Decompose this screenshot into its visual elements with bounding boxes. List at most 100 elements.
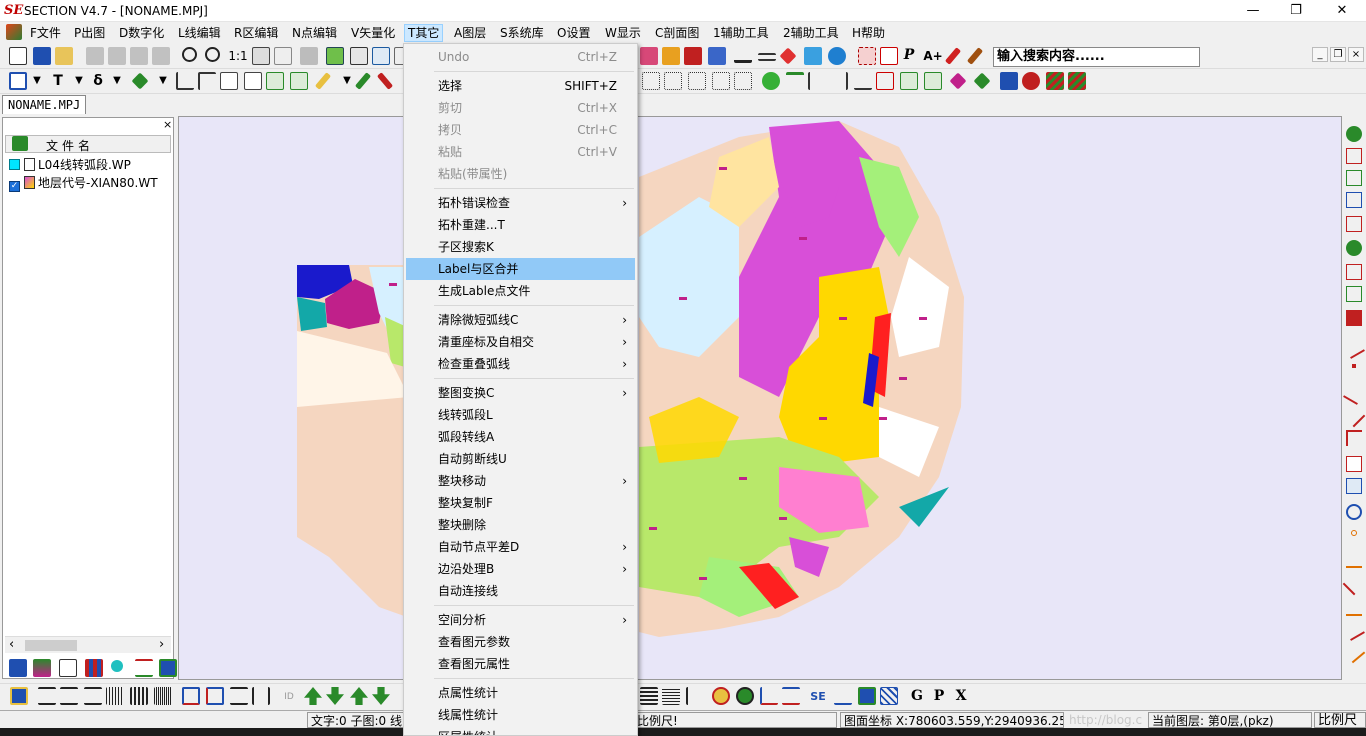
panel-horizontal-scrollbar[interactable]: ‹ ›: [5, 636, 171, 653]
area-copy-icon[interactable]: [854, 72, 872, 90]
rb-extend-icon[interactable]: [1343, 619, 1365, 641]
save-disabled-icon[interactable]: [86, 47, 104, 65]
node-delete-icon[interactable]: [712, 72, 730, 90]
menu-item[interactable]: 弧段转线A: [406, 426, 635, 448]
grid-view-icon[interactable]: [858, 687, 876, 705]
rb-cross-icon[interactable]: [1342, 572, 1366, 596]
checkbox-checked[interactable]: ✓: [9, 181, 20, 192]
panel-tool-lines-icon[interactable]: [135, 659, 153, 677]
rb-dot-icon[interactable]: [1352, 364, 1356, 368]
search-input[interactable]: 输入搜索内容......: [993, 47, 1200, 67]
node-edit-icon[interactable]: [642, 72, 660, 90]
axis-icon[interactable]: [760, 687, 778, 705]
menu-item[interactable]: 查看图元属性: [406, 653, 635, 675]
arrow-up-icon[interactable]: [304, 687, 322, 705]
node-join-icon[interactable]: [734, 72, 752, 90]
menu-display[interactable]: W显示: [602, 24, 644, 42]
rb-frame-icon[interactable]: [1346, 456, 1362, 472]
menu-item[interactable]: 线转弧段L: [406, 404, 635, 426]
rb-point-delete-icon[interactable]: [1346, 216, 1362, 232]
g-button[interactable]: G: [908, 688, 926, 706]
menu-item[interactable]: 粘贴(带属性): [406, 163, 635, 185]
menu-item[interactable]: 自动剪断线U: [406, 448, 635, 470]
menu-item[interactable]: 线属性统计: [406, 704, 635, 726]
area-style-icon[interactable]: [1022, 72, 1040, 90]
menu-layer[interactable]: A图层: [451, 24, 489, 42]
grid-icon[interactable]: [326, 47, 344, 65]
align-right-icon[interactable]: [84, 687, 102, 705]
list-detail-icon[interactable]: [662, 687, 680, 705]
menu-item[interactable]: 整块删除: [406, 514, 635, 536]
select-box-icon[interactable]: [9, 72, 27, 90]
minimize-button[interactable]: —: [1230, 0, 1276, 22]
arrow-top-icon[interactable]: [350, 687, 368, 705]
area-clip-icon[interactable]: [830, 72, 848, 90]
height-icon[interactable]: [252, 687, 270, 705]
tree-icon[interactable]: [686, 687, 704, 705]
layer-props-icon[interactable]: [708, 47, 726, 65]
scroll-left-arrow[interactable]: ‹: [9, 637, 14, 652]
scale-button[interactable]: 比例尺: [1314, 712, 1366, 728]
list-icon[interactable]: [640, 687, 658, 705]
save-as-disabled-icon[interactable]: [130, 47, 148, 65]
menu-item[interactable]: 边沿处理B ›: [406, 558, 635, 580]
area-cut-icon[interactable]: [876, 72, 894, 90]
rb-table-icon[interactable]: [1346, 478, 1362, 494]
menu-help[interactable]: H帮助: [849, 24, 888, 42]
double-line-icon[interactable]: [758, 53, 776, 61]
menu-item[interactable]: 拓朴错误检查 ›: [406, 192, 635, 214]
pencil-icon[interactable]: [966, 47, 984, 65]
rb-connect-icon[interactable]: [1342, 640, 1366, 664]
mesh-icon[interactable]: [880, 687, 898, 705]
color-fill-icon[interactable]: [973, 72, 991, 90]
rb-crosshair-icon[interactable]: [1346, 504, 1362, 520]
font-size-button[interactable]: A+: [922, 47, 944, 65]
line-table-icon[interactable]: [290, 72, 308, 90]
view-icon[interactable]: [372, 47, 390, 65]
area-split-icon[interactable]: [786, 72, 804, 90]
distribute-icon[interactable]: [154, 687, 172, 705]
join-line-icon[interactable]: [198, 72, 216, 90]
menu-print[interactable]: P出图: [71, 24, 108, 42]
new-file-icon[interactable]: [9, 47, 27, 65]
tab-noname-mpj[interactable]: NONAME.MPJ: [2, 95, 86, 114]
scale-one-to-one-button[interactable]: 1:1: [228, 47, 248, 65]
menu-file[interactable]: F文件: [27, 24, 64, 42]
menu-item[interactable]: 清除微短弧线C ›: [406, 309, 635, 331]
open-folder-icon[interactable]: [55, 47, 73, 65]
rb-node-icon[interactable]: [1346, 126, 1362, 142]
map-edit-icon[interactable]: [640, 47, 658, 65]
se-button[interactable]: SE: [808, 688, 828, 706]
delta-tool-button[interactable]: δ: [90, 72, 106, 90]
menu-settings[interactable]: O设置: [554, 24, 593, 42]
app-menu-icon[interactable]: [6, 24, 22, 40]
menu-aux-tools-2[interactable]: 2辅助工具: [780, 24, 842, 42]
rb-point-move-icon[interactable]: [1346, 170, 1362, 186]
file-row-l04[interactable]: L04线转弧段.WP: [9, 156, 131, 174]
paste-layer-icon[interactable]: [684, 47, 702, 65]
pan-hand-icon[interactable]: [252, 47, 270, 65]
rb-point-param-icon[interactable]: [1346, 240, 1362, 256]
rb-vertex-icon[interactable]: [1346, 552, 1362, 568]
refresh-icon[interactable]: [274, 47, 292, 65]
menu-item[interactable]: 子区搜索K: [406, 236, 635, 258]
scroll-thumb[interactable]: [25, 640, 77, 651]
save-all-disabled-icon[interactable]: [108, 47, 126, 65]
rb-line-icon[interactable]: [1343, 337, 1365, 359]
panel-tool-circle-icon[interactable]: [111, 660, 123, 672]
marker-icon[interactable]: [944, 47, 962, 65]
panel-tool-open-icon[interactable]: [9, 659, 27, 677]
split-line-icon[interactable]: [176, 72, 194, 90]
menu-area-edit[interactable]: R区编辑: [231, 24, 281, 42]
map-canvas[interactable]: [178, 116, 1342, 680]
brush-icon[interactable]: [804, 47, 822, 65]
node-tool-icon[interactable]: [131, 72, 149, 90]
area-params-icon[interactable]: [900, 72, 918, 90]
x-button[interactable]: X: [952, 688, 970, 706]
line-attr-icon[interactable]: [266, 72, 284, 90]
spacing-icon[interactable]: [130, 687, 148, 705]
menu-item[interactable]: 自动连接线: [406, 580, 635, 602]
zoom-in-icon[interactable]: [182, 47, 197, 62]
close-button[interactable]: ✕: [1319, 0, 1365, 22]
panel-tool-layers-icon[interactable]: [33, 659, 51, 677]
